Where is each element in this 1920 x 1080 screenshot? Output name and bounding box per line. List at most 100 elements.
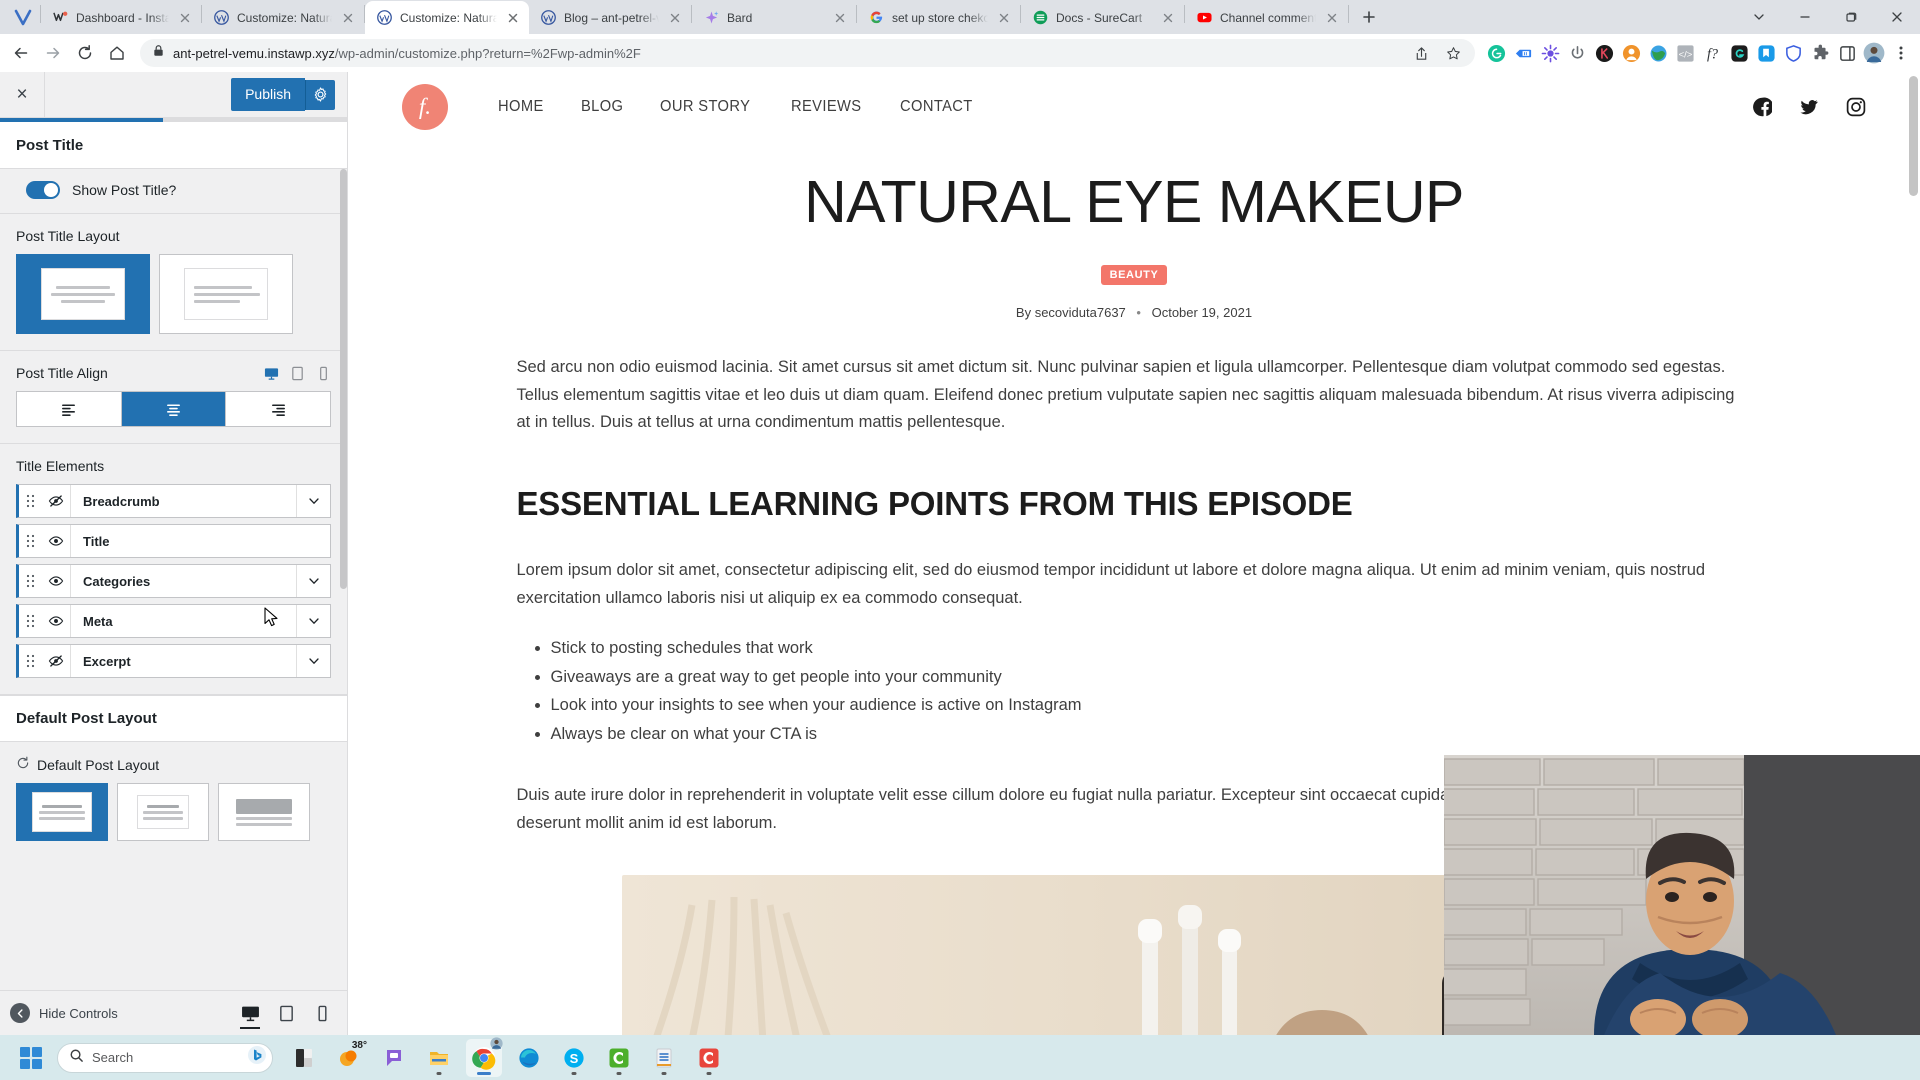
- browser-tab-2[interactable]: Customize: Natural eye m: [365, 1, 529, 34]
- title-element-title[interactable]: Title: [16, 524, 331, 558]
- chrome-icon[interactable]: [466, 1036, 503, 1077]
- close-icon[interactable]: [177, 10, 193, 26]
- preview-scrollbar[interactable]: [1909, 76, 1918, 196]
- close-icon[interactable]: [1324, 10, 1340, 26]
- purple-chat-icon[interactable]: [376, 1039, 412, 1077]
- purple-sun-icon[interactable]: [1537, 40, 1563, 66]
- browser-tab-7[interactable]: Channel comments & me: [1185, 1, 1348, 34]
- teal-g-icon[interactable]: [1726, 40, 1752, 66]
- nav-item-reviews[interactable]: REVIEWS: [791, 98, 861, 116]
- close-icon[interactable]: [505, 10, 521, 26]
- mobile-icon[interactable]: [315, 365, 331, 381]
- nav-item-contact[interactable]: CONTACT: [900, 98, 973, 116]
- post-title-layout-option-centered[interactable]: [16, 254, 150, 334]
- instagram-icon[interactable]: [1845, 97, 1866, 118]
- sidebar-icon[interactable]: [1834, 40, 1860, 66]
- tablet-icon[interactable]: [275, 999, 297, 1027]
- browser-tab-5[interactable]: set up store chekout form: [857, 1, 1020, 34]
- bookmark-star-icon[interactable]: [1441, 41, 1465, 65]
- new-tab-button[interactable]: [1355, 3, 1383, 31]
- customizer-scrollbar[interactable]: [340, 169, 347, 589]
- globe-icon[interactable]: [1645, 40, 1671, 66]
- camtasia-icon[interactable]: [601, 1039, 637, 1077]
- browser-tab-3[interactable]: Blog – ant-petrel-vemu.in: [529, 1, 691, 34]
- blue-card-icon[interactable]: [1510, 40, 1536, 66]
- chevron-down-icon[interactable]: [296, 645, 330, 677]
- show-post-title-row[interactable]: Show Post Title?: [16, 169, 331, 213]
- facebook-icon[interactable]: [1751, 97, 1772, 118]
- chevron-down-icon[interactable]: [296, 565, 330, 597]
- chevron-down-icon[interactable]: [1736, 2, 1782, 32]
- browser-tab-1[interactable]: Customize: Natural eye m: [202, 1, 364, 34]
- kadence-k-icon[interactable]: [1591, 40, 1617, 66]
- notepad-icon[interactable]: [646, 1039, 682, 1077]
- reload-icon[interactable]: [70, 38, 100, 68]
- hide-controls-button[interactable]: Hide Controls: [10, 1003, 118, 1023]
- title-element-categories[interactable]: Categories: [16, 564, 331, 598]
- align-right-button[interactable]: [226, 392, 331, 426]
- minimize-icon[interactable]: [1782, 2, 1828, 32]
- close-icon[interactable]: [1160, 10, 1176, 26]
- nav-item-our-story[interactable]: OUR STORY: [660, 98, 750, 116]
- close-customizer-button[interactable]: ×: [0, 72, 45, 117]
- nav-item-home[interactable]: HOME: [498, 98, 544, 116]
- back-icon[interactable]: [6, 38, 36, 68]
- drag-handle-icon[interactable]: [19, 494, 41, 508]
- shield-icon[interactable]: [1780, 40, 1806, 66]
- nav-item-blog[interactable]: BLOG: [581, 98, 623, 116]
- drag-handle-icon[interactable]: [19, 574, 41, 588]
- default-post-layout-option-1[interactable]: [16, 783, 108, 841]
- desktop-icon[interactable]: [239, 999, 261, 1029]
- close-icon[interactable]: [667, 10, 683, 26]
- windows-start-icon[interactable]: [14, 1041, 48, 1075]
- edge-icon[interactable]: [511, 1039, 547, 1077]
- maximize-icon[interactable]: [1828, 2, 1874, 32]
- default-post-layout-option-3[interactable]: [218, 783, 310, 841]
- chevron-down-icon[interactable]: [296, 605, 330, 637]
- site-logo[interactable]: f.: [402, 84, 448, 130]
- power-icon[interactable]: [1564, 40, 1590, 66]
- avatar-icon[interactable]: [1861, 40, 1887, 66]
- close-icon[interactable]: [832, 10, 848, 26]
- bing-copilot-icon[interactable]: [247, 1045, 267, 1070]
- chevron-down-icon[interactable]: [296, 485, 330, 517]
- orange-avatar-icon[interactable]: [1618, 40, 1644, 66]
- blue-tag-icon[interactable]: [1753, 40, 1779, 66]
- align-center-button[interactable]: [121, 392, 227, 426]
- post-title-layout-option-left[interactable]: [159, 254, 293, 334]
- eye-icon[interactable]: [41, 525, 71, 557]
- default-post-layout-option-2[interactable]: [117, 783, 209, 841]
- show-post-title-toggle[interactable]: [26, 181, 60, 199]
- search-input[interactable]: Search: [92, 1050, 239, 1065]
- drag-handle-icon[interactable]: [19, 614, 41, 628]
- skype-icon[interactable]: S: [556, 1039, 592, 1077]
- close-icon[interactable]: [1874, 2, 1920, 32]
- eye-slash-icon[interactable]: [41, 645, 71, 677]
- close-icon[interactable]: [340, 10, 356, 26]
- title-element-excerpt[interactable]: Excerpt: [16, 644, 331, 678]
- grammarly-icon[interactable]: [1483, 40, 1509, 66]
- browser-tab-4[interactable]: Bard: [692, 1, 856, 34]
- dark-app-icon[interactable]: [286, 1039, 322, 1077]
- drag-handle-icon[interactable]: [19, 534, 41, 548]
- gear-icon[interactable]: [305, 79, 335, 110]
- browser-tab-0[interactable]: Dashboard - InstaWP: [41, 1, 201, 34]
- camtasia-recorder-icon[interactable]: [691, 1039, 727, 1077]
- puzzle-extensions-icon[interactable]: [1807, 40, 1833, 66]
- close-icon[interactable]: [996, 10, 1012, 26]
- f-question-icon[interactable]: f?: [1699, 40, 1725, 66]
- title-element-meta[interactable]: Meta: [16, 604, 331, 638]
- drag-handle-icon[interactable]: [19, 654, 41, 668]
- desktop-icon[interactable]: [263, 365, 279, 381]
- align-left-button[interactable]: [17, 392, 122, 426]
- eye-icon[interactable]: [41, 565, 71, 597]
- share-icon[interactable]: [1409, 41, 1433, 65]
- taskbar-search[interactable]: Search: [57, 1042, 273, 1073]
- three-dot-menu-icon[interactable]: [1888, 40, 1914, 66]
- twitter-icon[interactable]: [1798, 97, 1819, 118]
- reset-icon[interactable]: [16, 756, 30, 773]
- browser-tab-6[interactable]: Docs - SureCart: [1021, 1, 1184, 34]
- file-explorer-icon[interactable]: [421, 1039, 457, 1077]
- eye-icon[interactable]: [41, 605, 71, 637]
- tablet-icon[interactable]: [289, 365, 305, 381]
